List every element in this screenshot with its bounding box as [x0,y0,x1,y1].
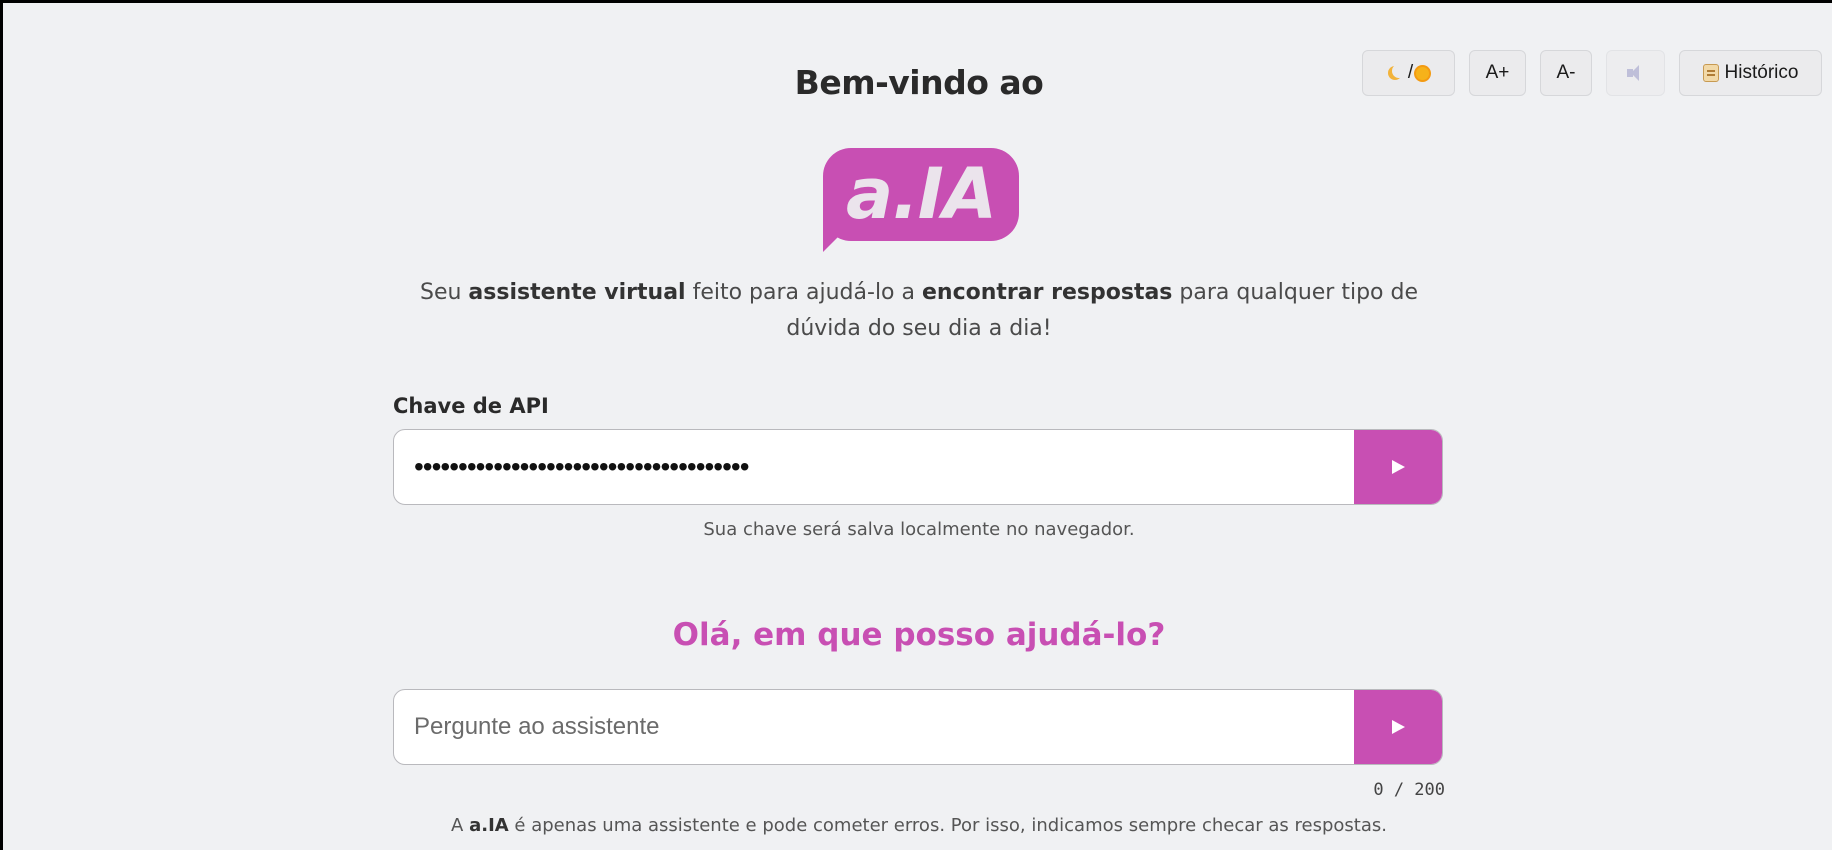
api-key-hint: Sua chave será salva localmente no naveg… [703,519,1135,540]
greeting-heading: Olá, em que posso ajudá-lo? [672,617,1166,653]
character-counter: 0 / 200 [1373,780,1445,800]
disclaimer-part-1: A [451,815,470,836]
scroll-icon [1702,64,1719,82]
app-window: / A+ A- Histórico Bem-vindo ao a.IA Seu … [3,3,1832,850]
send-icon [1391,720,1405,734]
question-input[interactable] [394,690,1354,764]
intro-bold-1: assistente virtual [468,280,686,305]
speaker-icon [1625,65,1647,81]
font-increase-button[interactable]: A+ [1469,50,1526,96]
disclaimer: A a.IA é apenas uma assistente e pode co… [393,815,1445,836]
logo-text: a.IA [845,153,997,235]
send-icon [1391,460,1405,474]
font-decrease-button[interactable]: A- [1540,50,1592,96]
disclaimer-part-2: é apenas uma assistente e pode cometer e… [508,815,1387,836]
intro-text: Seu assistente virtual feito para ajudá-… [393,275,1445,347]
api-key-submit-button[interactable] [1354,430,1442,504]
history-button[interactable]: Histórico [1679,50,1822,96]
history-label: Histórico [1724,62,1799,83]
api-key-input[interactable] [394,430,1354,504]
disclaimer-bold: a.IA [469,815,509,836]
intro-part-1: Seu [419,280,469,305]
api-key-label: Chave de API [393,394,549,418]
api-key-field [393,429,1443,505]
intro-bold-2: encontrar respostas [922,280,1173,305]
page-title: Bem-vindo ao [794,63,1044,102]
question-submit-button[interactable] [1354,690,1442,764]
sound-button[interactable] [1606,50,1665,96]
logo: a.IA [823,148,1019,252]
question-field [393,689,1443,765]
intro-part-2: feito para ajudá-lo a [685,280,922,305]
